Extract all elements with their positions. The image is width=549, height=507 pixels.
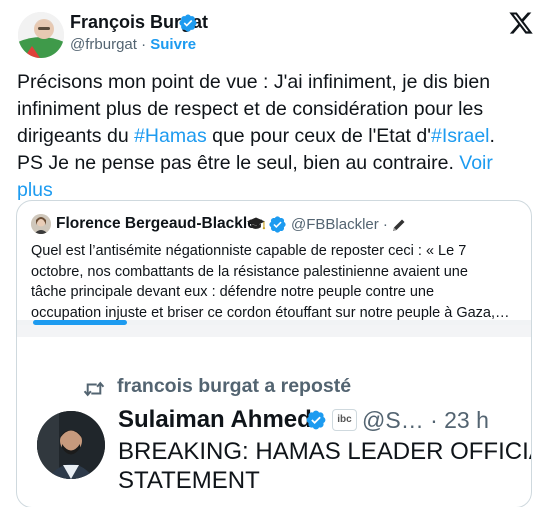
inner-tweet-line: BREAKING: HAMAS LEADER OFFICIAL	[118, 438, 532, 465]
separator-dot: ·	[382, 216, 388, 233]
quote-author-handle[interactable]: @FBBlackler	[291, 216, 379, 233]
follow-button[interactable]: Suivre	[150, 36, 196, 53]
repost-label: francois burgat a reposté	[117, 375, 352, 397]
quote-line: Quel est l’antisémite négationniste capa…	[31, 243, 467, 259]
quote-author-avatar[interactable]	[31, 214, 51, 234]
affiliation-badge: ibc	[332, 409, 357, 431]
verified-badge-icon	[269, 216, 286, 233]
inner-author-avatar	[37, 411, 105, 479]
quote-text: Quel est l’antisémite négationniste capa…	[31, 241, 526, 323]
inner-tweet-text: BREAKING: HAMAS LEADER OFFICIAL STATEMEN…	[118, 437, 532, 495]
tweet-text-segment: PS Je ne pense pas être le seul, bien au…	[17, 152, 460, 174]
inner-author-name: Sulaiman Ahmed	[118, 406, 312, 433]
quote-line: octobre, nos combattants de la résistanc…	[31, 263, 468, 280]
quote-author-handle-row: @FBBlackler ·	[291, 216, 388, 233]
show-more-link[interactable]: plus	[17, 179, 53, 201]
tweet-text-segment: .	[489, 125, 495, 147]
quoted-tweet-card[interactable]: Florence Bergeaud-Blackler @FBBlackler ·…	[16, 200, 532, 507]
tweet-line: PS Je ne pense pas être le seul, bien au…	[17, 150, 537, 177]
quote-author-name[interactable]: Florence Bergeaud-Blackler	[56, 215, 262, 233]
tweet-line: Précisons mon point de vue : J'ai infini…	[17, 71, 491, 93]
quote-line: tâche principale devant eux : défendre n…	[31, 284, 435, 300]
pen-icon	[393, 219, 405, 231]
divider	[17, 325, 531, 337]
author-avatar[interactable]	[18, 12, 64, 58]
author-handle[interactable]: @frburgat	[70, 36, 137, 53]
tweet-line: dirigeants du #Hamas que pour ceux de l'…	[17, 123, 537, 150]
x-logo-icon[interactable]	[508, 10, 534, 36]
repost-icon	[83, 381, 105, 397]
show-more-link[interactable]: Voir	[459, 152, 493, 174]
hashtag-link[interactable]: #Hamas	[134, 125, 207, 147]
author-handle-row: @frburgat · Suivre	[70, 36, 196, 53]
tweet-text-segment: que pour ceux de l'Etat d'	[206, 125, 431, 147]
inner-tweet-line: STATEMENT	[118, 467, 260, 494]
separator-dot: ·	[141, 36, 147, 53]
hashtag-link[interactable]: #Israel	[431, 125, 490, 147]
verified-badge-icon	[306, 410, 326, 430]
verified-badge-icon	[179, 14, 197, 32]
tweet-text-segment: dirigeants du	[17, 125, 135, 147]
tweet-text: Précisons mon point de vue : J'ai infini…	[17, 69, 537, 204]
tweet-line: infiniment plus de respect et de considé…	[17, 98, 484, 120]
inner-author-handle-time: @S… · 23 h	[362, 407, 489, 433]
graduation-cap-icon	[247, 217, 266, 230]
